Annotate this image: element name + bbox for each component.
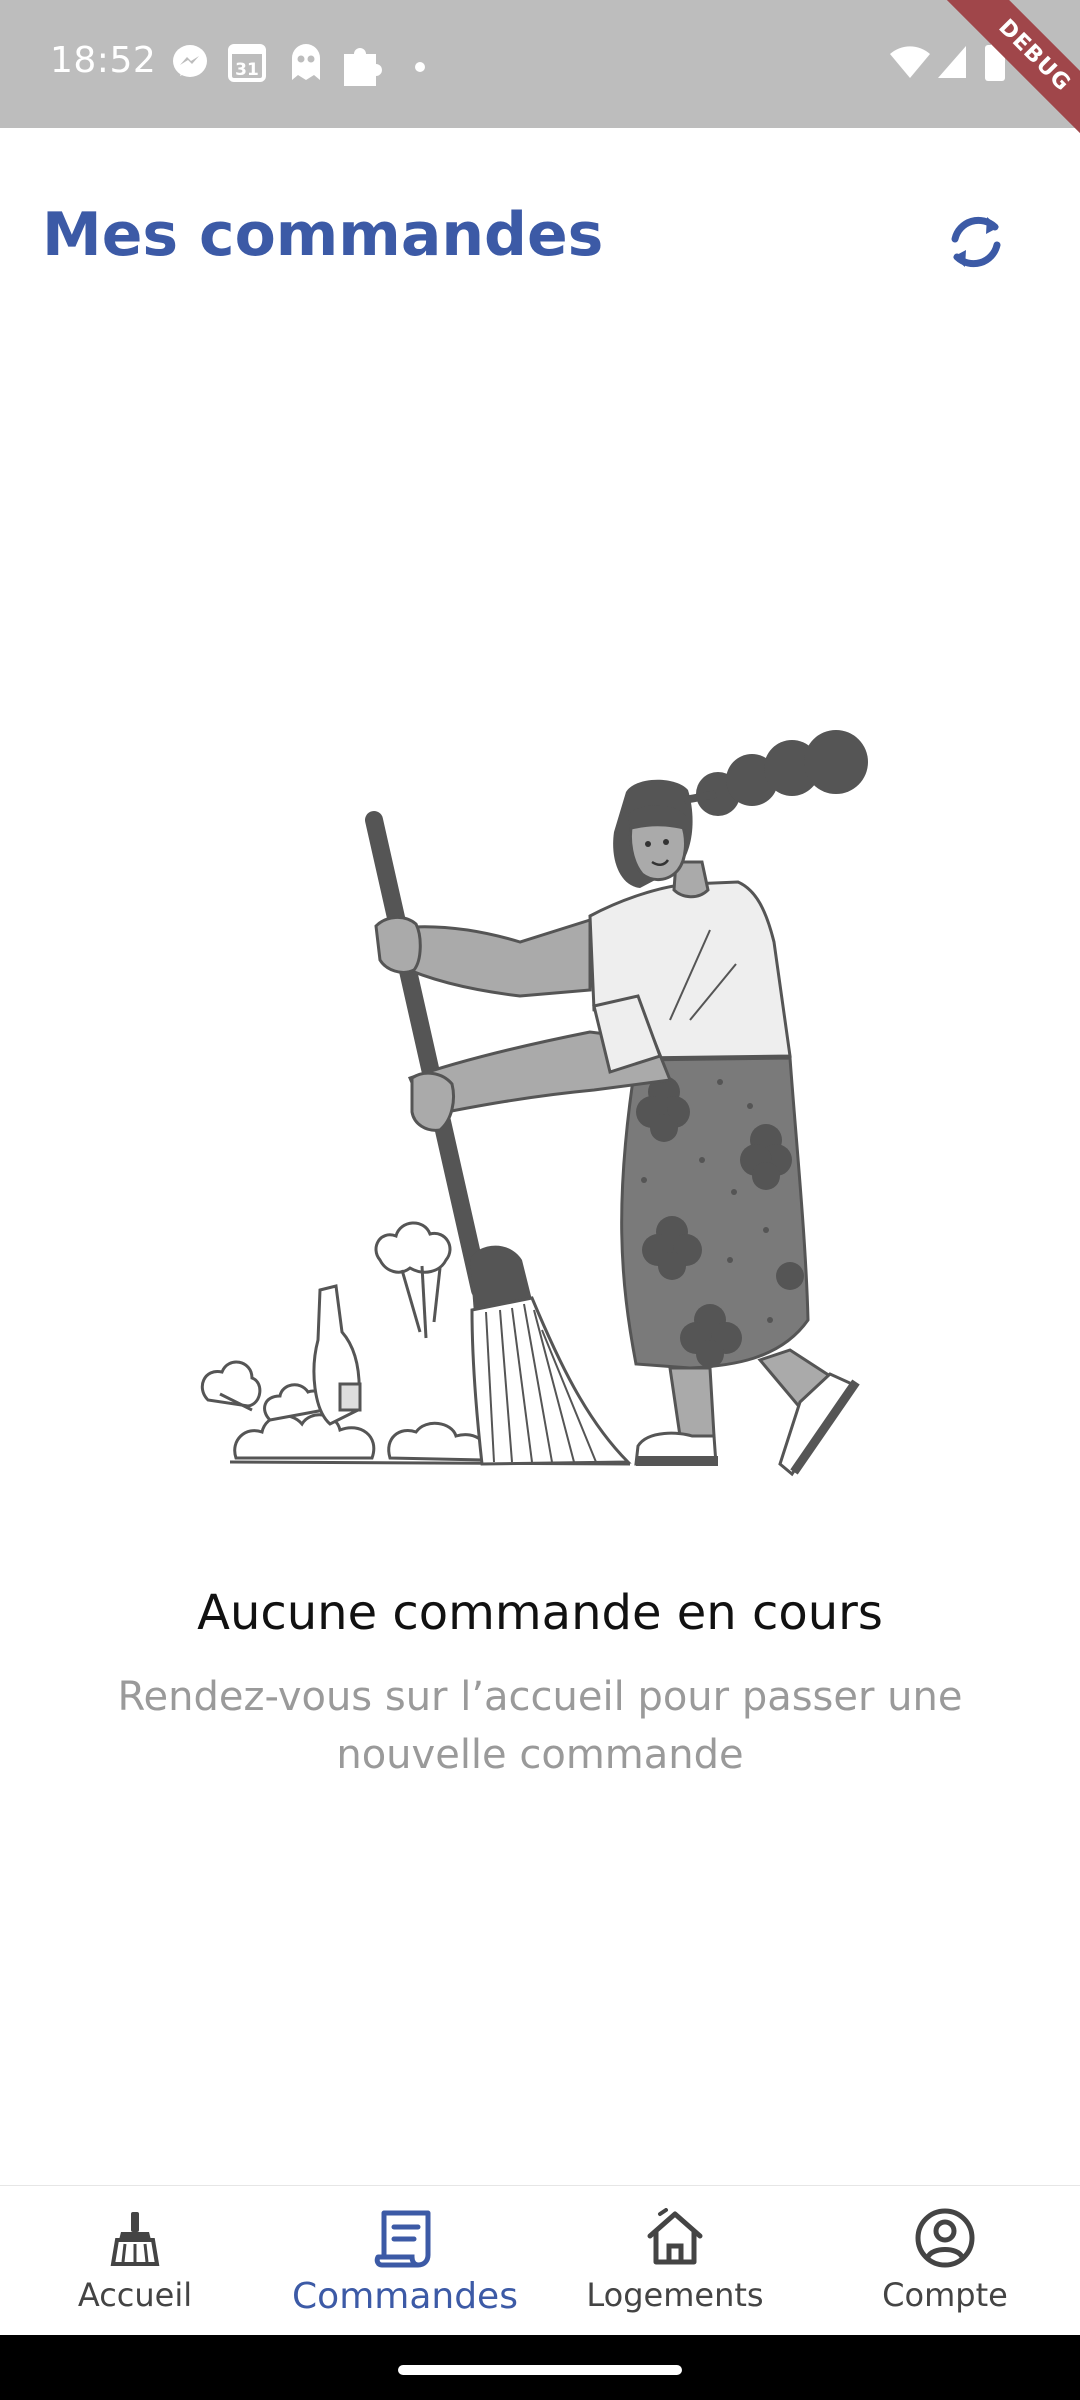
wifi-icon [888, 44, 932, 84]
status-bar: 18:52 31 [0, 0, 1080, 128]
receipt-icon [373, 2206, 437, 2270]
refresh-icon [945, 209, 1007, 279]
debug-label: DEBUG [933, 0, 1080, 150]
messenger-icon [170, 42, 210, 86]
nav-label-commandes: Commandes [292, 2276, 518, 2317]
nav-item-accueil[interactable]: Accueil [0, 2186, 270, 2336]
house-icon [643, 2206, 707, 2270]
nav-label-logements: Logements [586, 2276, 764, 2314]
nav-item-commandes[interactable]: Commandes [270, 2186, 540, 2336]
system-navigation-bar [0, 2335, 1080, 2400]
nav-label-compte: Compte [882, 2276, 1008, 2314]
empty-state-title: Aucune commande en cours [197, 1585, 883, 1641]
empty-state-subtitle: Rendez-vous sur l’accueil pour passer un… [117, 1674, 963, 1778]
woman-sweeping-illustration [190, 720, 890, 1490]
calendar-day: 31 [235, 60, 259, 80]
status-time: 18:52 [50, 40, 157, 81]
nav-item-logements[interactable]: Logements [540, 2186, 810, 2336]
page-title: Mes commandes [42, 200, 604, 270]
puzzle-icon [340, 42, 384, 92]
broom-icon [103, 2206, 167, 2270]
home-indicator[interactable] [398, 2365, 682, 2375]
nav-item-compte[interactable]: Compte [810, 2186, 1080, 2336]
dot-icon [414, 58, 426, 77]
refresh-button[interactable] [940, 208, 1012, 280]
bottom-navigation: Accueil Commandes Logements Compte [0, 2185, 1080, 2336]
ghost-icon [288, 42, 324, 86]
account-icon [913, 2206, 977, 2270]
debug-banner: DEBUG [930, 0, 1080, 150]
screen: 18:52 31 DEBUG Mes commandes Aucune comm… [0, 0, 1080, 2400]
nav-label-accueil: Accueil [77, 2276, 193, 2314]
calendar-icon: 31 [228, 42, 266, 86]
